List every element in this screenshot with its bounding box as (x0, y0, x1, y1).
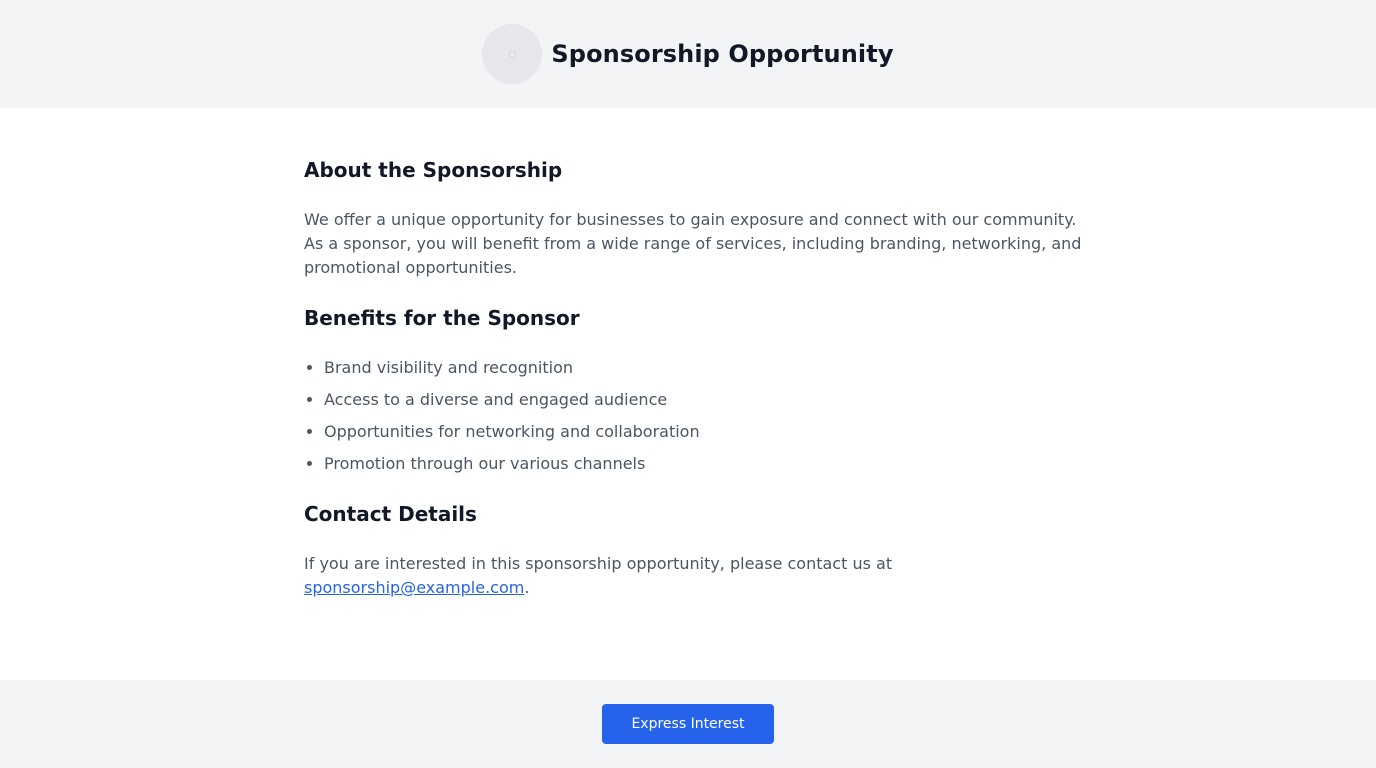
logo-icon (482, 24, 543, 84)
benefits-list: Brand visibility and recognition Access … (324, 356, 700, 484)
list-item: Opportunities for networking and collabo… (324, 420, 700, 444)
logo-dot (508, 50, 516, 58)
list-item: Promotion through our various channels (324, 452, 700, 476)
contact-text: If you are interested in this sponsorshi… (304, 552, 1084, 600)
page-header: Sponsorship Opportunity (0, 0, 1376, 108)
benefits-heading: Benefits for the Sponsor (304, 306, 580, 330)
list-item: Access to a diverse and engaged audience (324, 388, 700, 412)
list-item: Brand visibility and recognition (324, 356, 700, 380)
page-footer: Express Interest (0, 680, 1376, 768)
email-link[interactable]: sponsorship@example.com (304, 578, 524, 597)
contact-text-before: If you are interested in this sponsorshi… (304, 554, 893, 573)
contact-heading: Contact Details (304, 502, 477, 526)
express-interest-button[interactable]: Express Interest (602, 704, 774, 744)
contact-text-after: . (524, 578, 530, 597)
about-text: We offer a unique opportunity for busine… (304, 210, 1082, 277)
page-title: Sponsorship Opportunity (551, 40, 894, 68)
about-heading: About the Sponsorship (304, 158, 563, 182)
